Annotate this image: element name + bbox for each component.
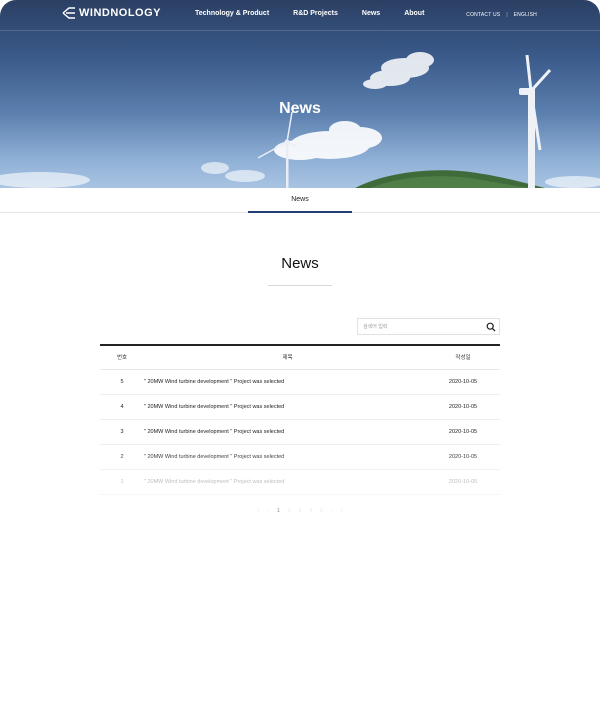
table-row[interactable]: 1 " 20MW Wind turbine development " Proj… [100, 470, 500, 495]
nav-item-about[interactable]: About [404, 10, 424, 17]
row-number: 5 [120, 379, 124, 385]
row-title-link[interactable]: " 20MW Wind turbine development " Projec… [144, 395, 284, 420]
search-box [357, 318, 500, 335]
table-row[interactable]: 3 " 20MW Wind turbine development " Proj… [100, 420, 500, 445]
next-page-button[interactable]: › [331, 508, 333, 514]
contact-us-link[interactable]: CONTACT US [466, 12, 500, 18]
row-number: 1 [120, 479, 124, 485]
news-table: 번호 제목 작성일 5 " 20MW Wind turbine developm… [100, 344, 500, 495]
site-header: WINDNOLOGY Technology & Product R&D Proj… [0, 0, 600, 31]
logo-icon [62, 7, 75, 19]
page-title: News [281, 255, 319, 272]
nav-item-rd-projects[interactable]: R&D Projects [293, 10, 338, 17]
page-button-5[interactable]: 5 [320, 508, 323, 514]
row-date: 2020-10-05 [448, 454, 478, 460]
sub-tab-bar: News [0, 188, 600, 213]
row-date: 2020-10-05 [448, 429, 478, 435]
column-header-title: 제목 [282, 355, 293, 361]
search-input[interactable] [358, 319, 483, 334]
table-header: 번호 제목 작성일 [100, 344, 500, 370]
row-number: 4 [120, 404, 124, 410]
first-page-button[interactable]: « [257, 508, 260, 514]
row-title-link[interactable]: " 20MW Wind turbine development " Projec… [144, 420, 284, 445]
search-icon[interactable] [486, 322, 496, 332]
nav-item-technology-product[interactable]: Technology & Product [195, 10, 269, 17]
nav-item-news[interactable]: News [362, 10, 380, 17]
table-row[interactable]: 4 " 20MW Wind turbine development " Proj… [100, 395, 500, 420]
page-button-3[interactable]: 3 [299, 508, 302, 514]
language-link[interactable]: ENGLISH [514, 12, 537, 18]
table-row[interactable]: 2 " 20MW Wind turbine development " Proj… [100, 445, 500, 470]
page-button-4[interactable]: 4 [309, 508, 312, 514]
site-logo[interactable]: WINDNOLOGY [62, 7, 161, 19]
hero-title: News [279, 100, 321, 117]
tab-news[interactable]: News [248, 188, 352, 213]
table-row[interactable]: 5 " 20MW Wind turbine development " Proj… [100, 370, 500, 395]
page-button-1[interactable]: 1 [277, 508, 280, 514]
page-button-2[interactable]: 2 [288, 508, 291, 514]
column-header-date: 작성일 [455, 355, 471, 361]
main-nav: Technology & Product R&D Projects News A… [195, 10, 448, 17]
row-title-link[interactable]: " 20MW Wind turbine development " Projec… [144, 470, 284, 495]
page: WINDNOLOGY Technology & Product R&D Proj… [0, 0, 600, 720]
pagination: « ‹ 1 2 3 4 5 › » [0, 508, 600, 514]
last-page-button[interactable]: » [341, 508, 344, 514]
row-title-link[interactable]: " 20MW Wind turbine development " Projec… [144, 445, 284, 470]
title-divider [268, 285, 332, 286]
hero-banner: WINDNOLOGY Technology & Product R&D Proj… [0, 0, 600, 188]
row-date: 2020-10-05 [448, 404, 478, 410]
utility-links: CONTACT US | ENGLISH [466, 12, 537, 18]
row-number: 2 [120, 454, 124, 460]
row-date: 2020-10-05 [448, 379, 478, 385]
row-date: 2020-10-05 [448, 479, 478, 485]
utility-separator: | [506, 12, 508, 18]
row-number: 3 [120, 429, 124, 435]
row-title-link[interactable]: " 20MW Wind turbine development " Projec… [144, 370, 284, 395]
prev-page-button[interactable]: ‹ [267, 508, 269, 514]
logo-text: WINDNOLOGY [79, 7, 161, 19]
